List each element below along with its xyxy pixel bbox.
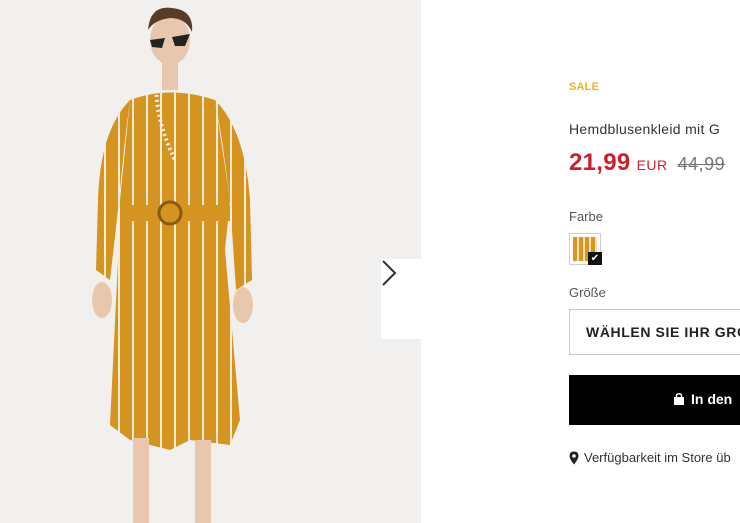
bag-icon	[674, 392, 684, 405]
add-to-cart-label: In den	[691, 391, 733, 407]
add-to-cart-button[interactable]: In den	[569, 375, 740, 425]
location-pin-icon	[569, 451, 579, 464]
size-select[interactable]: WÄHLEN SIE IHR GRÖ	[569, 309, 740, 355]
price-row: 21,99 EUR 44,99	[569, 149, 725, 177]
old-price: 44,99	[677, 154, 726, 174]
sale-badge: SALE	[569, 81, 600, 93]
checkmark-icon: ✔	[588, 252, 602, 265]
product-image	[92, 7, 253, 523]
next-image-button[interactable]	[381, 259, 421, 339]
color-label: Farbe	[569, 209, 603, 224]
size-label: Größe	[569, 285, 606, 300]
size-select-placeholder: WÄHLEN SIE IHR GRÖ	[586, 324, 740, 340]
currency: EUR	[636, 157, 668, 173]
chevron-right-icon	[382, 260, 397, 286]
current-price: 21,99	[569, 149, 631, 176]
add-to-cart-content: In den	[673, 391, 732, 407]
product-title: Hemdblusenkleid mit G	[569, 121, 721, 137]
color-swatch-striped[interactable]: ✔	[569, 233, 602, 265]
product-gallery[interactable]	[0, 0, 421, 523]
store-availability-text: Verfügbarkeit im Store üb	[584, 450, 731, 465]
store-availability-link[interactable]: Verfügbarkeit im Store üb	[569, 450, 731, 465]
product-details: SALE Hemdblusenkleid mit G 21,99 EUR 44,99…	[569, 0, 740, 523]
